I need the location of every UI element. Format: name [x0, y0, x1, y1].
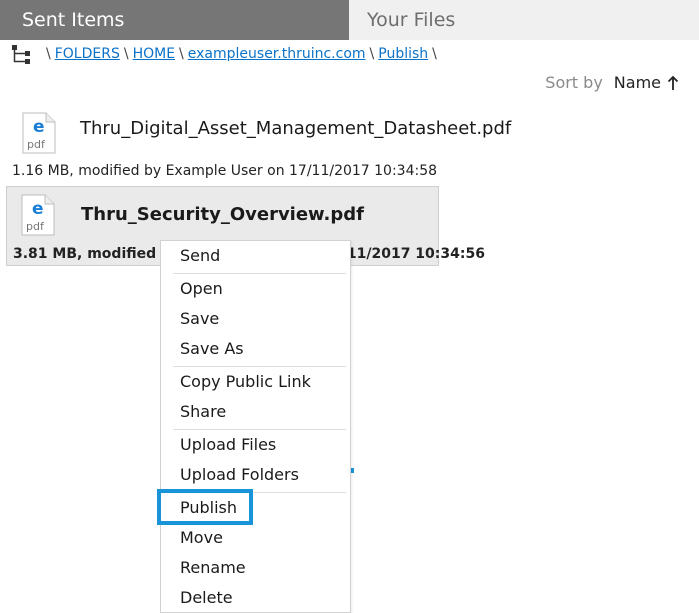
- breadcrumb-separator: \: [179, 46, 184, 62]
- menu-item-open[interactable]: Open: [180, 279, 223, 298]
- menu-item-share[interactable]: Share: [180, 402, 226, 421]
- arrow-up-icon[interactable]: [667, 75, 679, 91]
- menu-item-upload-folders[interactable]: Upload Folders: [180, 465, 299, 484]
- breadcrumb-home[interactable]: HOME: [133, 46, 175, 62]
- file-name[interactable]: Thru_Security_Overview.pdf: [81, 204, 364, 225]
- svg-text:e: e: [32, 199, 44, 219]
- context-menu: Send Open Save Save As Copy Public Link …: [157, 240, 351, 613]
- menu-item-publish[interactable]: Publish: [180, 498, 237, 517]
- menu-item-send[interactable]: Send: [180, 246, 220, 265]
- menu-item-save[interactable]: Save: [180, 309, 219, 328]
- sort-label: Sort by: [545, 73, 603, 92]
- menu-divider: [173, 273, 346, 274]
- folder-tree-icon[interactable]: [10, 43, 32, 65]
- file-meta: 1.16 MB, modified by Example User on 17/…: [12, 163, 438, 179]
- breadcrumb-separator: \: [369, 46, 375, 62]
- breadcrumb-publish[interactable]: Publish: [378, 46, 428, 62]
- breadcrumb-user-folder[interactable]: exampleuser.thruinc.com: [188, 46, 366, 62]
- menu-item-upload-files[interactable]: Upload Files: [180, 435, 276, 454]
- file-row[interactable]: e pdf Thru_Digital_Asset_Management_Data…: [6, 104, 511, 186]
- menu-item-save-as[interactable]: Save As: [180, 339, 244, 358]
- menu-divider: [173, 366, 346, 367]
- menu-item-move[interactable]: Move: [180, 528, 223, 547]
- pdf-icon: e pdf: [22, 112, 56, 154]
- breadcrumb-folders[interactable]: FOLDERS: [55, 46, 120, 62]
- svg-text:e: e: [33, 117, 45, 137]
- menu-item-delete[interactable]: Delete: [180, 588, 233, 607]
- tab-bar: Sent Items Your Files: [0, 0, 699, 40]
- sort-field[interactable]: Name: [614, 73, 661, 92]
- tab-your-files[interactable]: Your Files: [349, 0, 699, 40]
- pdf-icon-label: pdf: [27, 138, 46, 151]
- menu-item-copy-public-link[interactable]: Copy Public Link: [180, 372, 311, 391]
- pdf-icon-label: pdf: [26, 220, 45, 233]
- file-name[interactable]: Thru_Digital_Asset_Management_Datasheet.…: [80, 118, 511, 139]
- breadcrumb-separator: \: [123, 46, 129, 62]
- breadcrumb: \ FOLDERS \ HOME \ exampleuser.thruinc.c…: [10, 42, 441, 66]
- tab-sent-items[interactable]: Sent Items: [0, 0, 349, 40]
- breadcrumb-separator: \: [432, 46, 437, 62]
- menu-divider: [173, 429, 346, 430]
- menu-item-rename[interactable]: Rename: [180, 558, 246, 577]
- pdf-icon: e pdf: [21, 194, 55, 236]
- sort-control: Sort by Name: [545, 73, 679, 92]
- breadcrumb-separator: \: [46, 46, 51, 62]
